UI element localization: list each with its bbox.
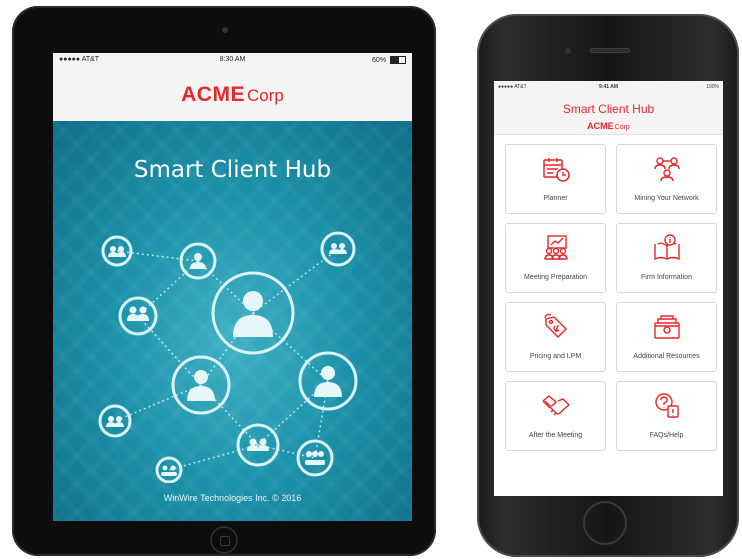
- tile-after-the-meeting[interactable]: After the Meeting: [505, 381, 606, 451]
- tablet-screen: ●●●●● AT&T 8:30 AM 60% ACME Corp Smart Cl…: [53, 53, 412, 521]
- phone-camera: [565, 48, 571, 54]
- tile-label: Additional Resources: [633, 353, 700, 360]
- app-title: Smart Client Hub: [562, 102, 655, 116]
- price-tag-icon: [544, 313, 567, 338]
- app-title: Smart Client Hub: [133, 157, 332, 183]
- phone-home-button[interactable]: [583, 501, 627, 545]
- tile-faqs-help[interactable]: FAQs/Help: [616, 381, 717, 451]
- book-info-icon: [654, 234, 680, 261]
- phone-device: ●●●●● AT&T 9:41 AM 100% Smart Client Hub…: [477, 14, 739, 557]
- battery-icon: [390, 56, 406, 64]
- tablet-home-button[interactable]: [210, 526, 238, 554]
- tile-label: Planner: [543, 195, 568, 202]
- tablet-camera: [222, 27, 228, 33]
- presentation-icon: [544, 235, 568, 260]
- faq-help-icon: [655, 393, 679, 418]
- phone-status-bar: ●●●●● AT&T 9:41 AM 100%: [494, 81, 723, 92]
- tile-meeting-preparation[interactable]: Meeting Preparation: [505, 223, 606, 293]
- network-people-icon: [654, 157, 680, 182]
- phone-header: Smart Client Hub ACMECorp: [494, 92, 723, 135]
- tile-planner[interactable]: Planner: [505, 144, 606, 214]
- tile-pricing-and-lpm[interactable]: Pricing and LPM: [505, 302, 606, 372]
- phone-speaker: [590, 48, 630, 53]
- acme-logo: ACMECorp: [587, 121, 630, 131]
- copyright-footer: WinWire Technologies Inc. © 2016: [163, 493, 302, 503]
- calendar-clock-icon: [543, 158, 570, 182]
- tile-label: After the Meeting: [528, 432, 583, 439]
- acme-logo: ACMECorp: [181, 83, 284, 106]
- handshake-icon: [542, 395, 570, 416]
- phone-screen: ●●●●● AT&T 9:41 AM 100% Smart Client Hub…: [494, 81, 723, 496]
- tile-label: FAQs/Help: [649, 432, 684, 439]
- tile-additional-resources[interactable]: Additional Resources: [616, 302, 717, 372]
- folder-resources-icon: [654, 315, 680, 339]
- battery-status: 60%: [372, 56, 406, 64]
- tile-firm-information[interactable]: Firm Information: [616, 223, 717, 293]
- tablet-status-bar: ●●●●● AT&T 8:30 AM 60%: [53, 53, 412, 67]
- status-time: 8:30 AM: [219, 56, 246, 63]
- tile-label: Firm Information: [641, 274, 692, 281]
- tile-label: Meeting Preparation: [523, 274, 588, 281]
- tile-label: Mining Your Network: [634, 195, 699, 202]
- tile-label: Pricing and LPM: [529, 353, 582, 360]
- battery-status: 100%: [706, 84, 719, 90]
- tile-mining-your-network[interactable]: Mining Your Network: [616, 144, 717, 214]
- tablet-header: ACME Corp: [53, 67, 412, 121]
- tablet-device: ●●●●● AT&T 8:30 AM 60% ACME Corp Smart Cl…: [12, 6, 436, 556]
- network-illustration: [98, 231, 358, 483]
- status-time: 9:41 AM: [599, 84, 618, 90]
